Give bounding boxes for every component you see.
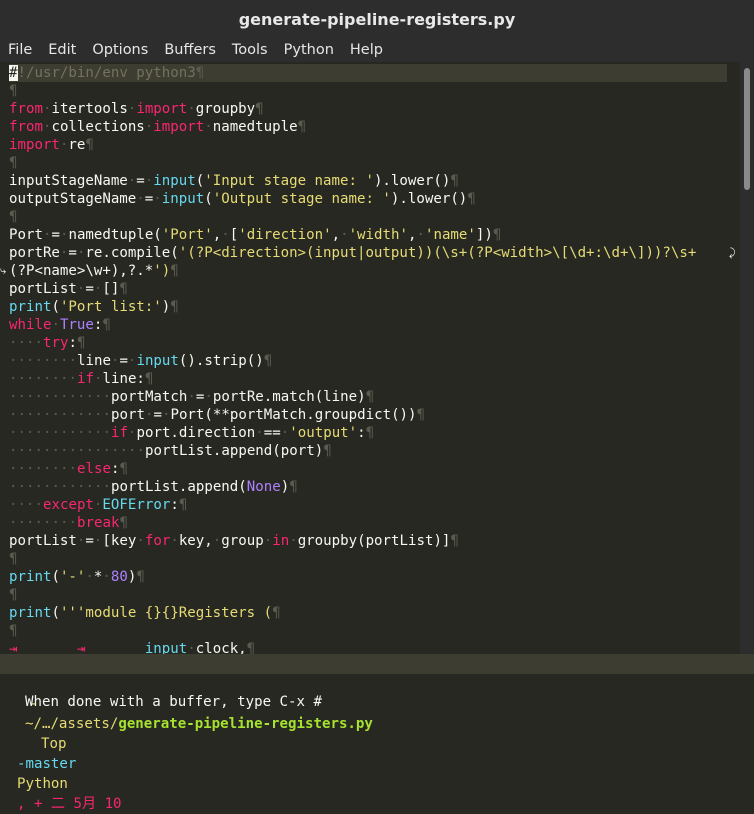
menu-tools[interactable]: Tools <box>224 42 276 58</box>
menu-python[interactable]: Python <box>276 42 342 58</box>
code-line[interactable]: from·collections·import·namedtuple¶ <box>9 118 306 136</box>
menu-options[interactable]: Options <box>84 42 156 58</box>
menu-edit[interactable]: Edit <box>40 42 84 58</box>
code-line[interactable]: ¶ <box>9 82 18 100</box>
code-line[interactable]: ········else:¶ <box>9 460 128 478</box>
code-line[interactable]: print('-'·*·80)¶ <box>9 568 145 586</box>
modeline-extra: , + 二 5月 10 <box>16 796 122 812</box>
code-line[interactable]: while·True:¶ <box>9 316 111 334</box>
code-line[interactable]: ¶ <box>9 586 18 604</box>
code-line[interactable]: #!/usr/bin/env python3¶ <box>9 64 727 82</box>
code-line[interactable]: portList·=·[key·for·key,·group·in·groupb… <box>9 532 459 550</box>
code-line[interactable]: portList·=·[]¶ <box>9 280 128 298</box>
code-line[interactable]: outputStageName·=·input('Output stage na… <box>9 190 476 208</box>
menu-bar: File Edit Options Buffers Tools Python H… <box>0 38 754 62</box>
mode-line: 1 - ~/…/assets/generate-pipeline-registe… <box>0 654 754 812</box>
code-line[interactable]: from·itertools·import·groupby¶ <box>9 100 264 118</box>
menu-buffers[interactable]: Buffers <box>156 42 224 58</box>
code-line[interactable]: inputStageName·=·input('Input stage name… <box>9 172 459 190</box>
modeline-path: ~/…/assets/ <box>24 716 119 732</box>
code-line[interactable]: ············port·=·Port(**portMatch.grou… <box>9 406 425 424</box>
code-line[interactable]: Port·=·namedtuple('Port',·['direction',·… <box>9 226 501 244</box>
code-line[interactable]: ············if·port.direction·==·'output… <box>9 424 374 442</box>
window-titlebar: generate-pipeline-registers.py <box>0 0 754 38</box>
modeline-mode: Python <box>16 776 68 792</box>
menu-file[interactable]: File <box>0 42 40 58</box>
code-line[interactable]: print('''module {}{}Registers (¶ <box>9 604 281 622</box>
line-wrap-indicator-right: ⤸ <box>729 246 736 259</box>
line-wrap-indicator-left: ⤷ <box>0 264 7 277</box>
code-line[interactable]: portRe·=·re.compile('(?P<direction>(inpu… <box>9 244 696 262</box>
code-line[interactable]: ¶ <box>9 622 18 640</box>
code-line[interactable]: import·re¶ <box>9 136 94 154</box>
vertical-scrollbar[interactable] <box>740 62 754 654</box>
code-line[interactable]: ············portList.append(None)¶ <box>9 478 298 496</box>
code-line[interactable]: ····except·EOFError:¶ <box>9 496 187 514</box>
minibuffer[interactable]: When done with a buffer, type C-x # <box>0 674 754 710</box>
code-line[interactable]: ⇥ ⇥ input·clock,¶ <box>9 640 255 654</box>
menu-help[interactable]: Help <box>342 42 391 58</box>
code-line[interactable]: ¶ <box>9 208 18 226</box>
code-line[interactable]: ········line·=·input().strip()¶ <box>9 352 272 370</box>
code-line[interactable]: ····try:¶ <box>9 334 85 352</box>
code-line[interactable]: ········if·line:¶ <box>9 370 153 388</box>
modeline-branch: -master <box>16 756 77 772</box>
code-line[interactable]: (?P<name>\w+),?.*')¶ <box>9 262 179 280</box>
editor-text-area[interactable]: #!/usr/bin/env python3¶ ¶ from·itertools·i… <box>0 62 740 654</box>
scrollbar-thumb[interactable] <box>744 68 750 190</box>
modeline-position: Top <box>40 736 67 752</box>
code-line[interactable]: print('Port list:')¶ <box>9 298 179 316</box>
minibuffer-message: When done with a buffer, type C-x # <box>24 694 322 710</box>
code-line[interactable]: ················portList.append(port)¶ <box>9 442 332 460</box>
code-line[interactable]: ········break¶ <box>9 514 128 532</box>
code-line[interactable]: ¶ <box>9 154 18 172</box>
modeline-filename: generate-pipeline-registers.py <box>118 716 373 732</box>
code-line[interactable]: ············portMatch·=·portRe.match(lin… <box>9 388 374 406</box>
code-line[interactable]: ¶ <box>9 550 18 568</box>
window-title: generate-pipeline-registers.py <box>238 9 516 29</box>
